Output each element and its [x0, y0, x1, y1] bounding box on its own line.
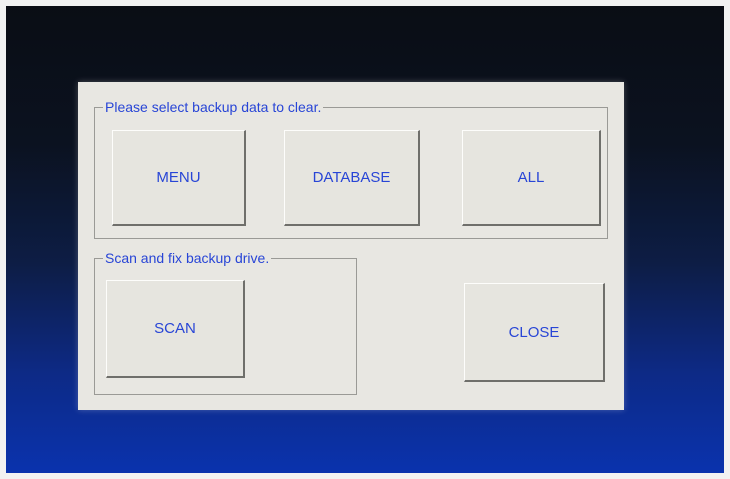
backup-clear-dialog: Please select backup data to clear. MENU… [78, 82, 624, 410]
menu-button[interactable]: MENU [112, 130, 246, 226]
close-button[interactable]: CLOSE [464, 283, 605, 382]
screen: Please select backup data to clear. MENU… [0, 0, 730, 479]
clear-backup-group-title: Please select backup data to clear. [103, 99, 324, 115]
scan-drive-group-title: Scan and fix backup drive. [103, 250, 272, 266]
scan-button[interactable]: SCAN [106, 280, 245, 378]
database-button[interactable]: DATABASE [284, 130, 420, 226]
all-button[interactable]: ALL [462, 130, 601, 226]
